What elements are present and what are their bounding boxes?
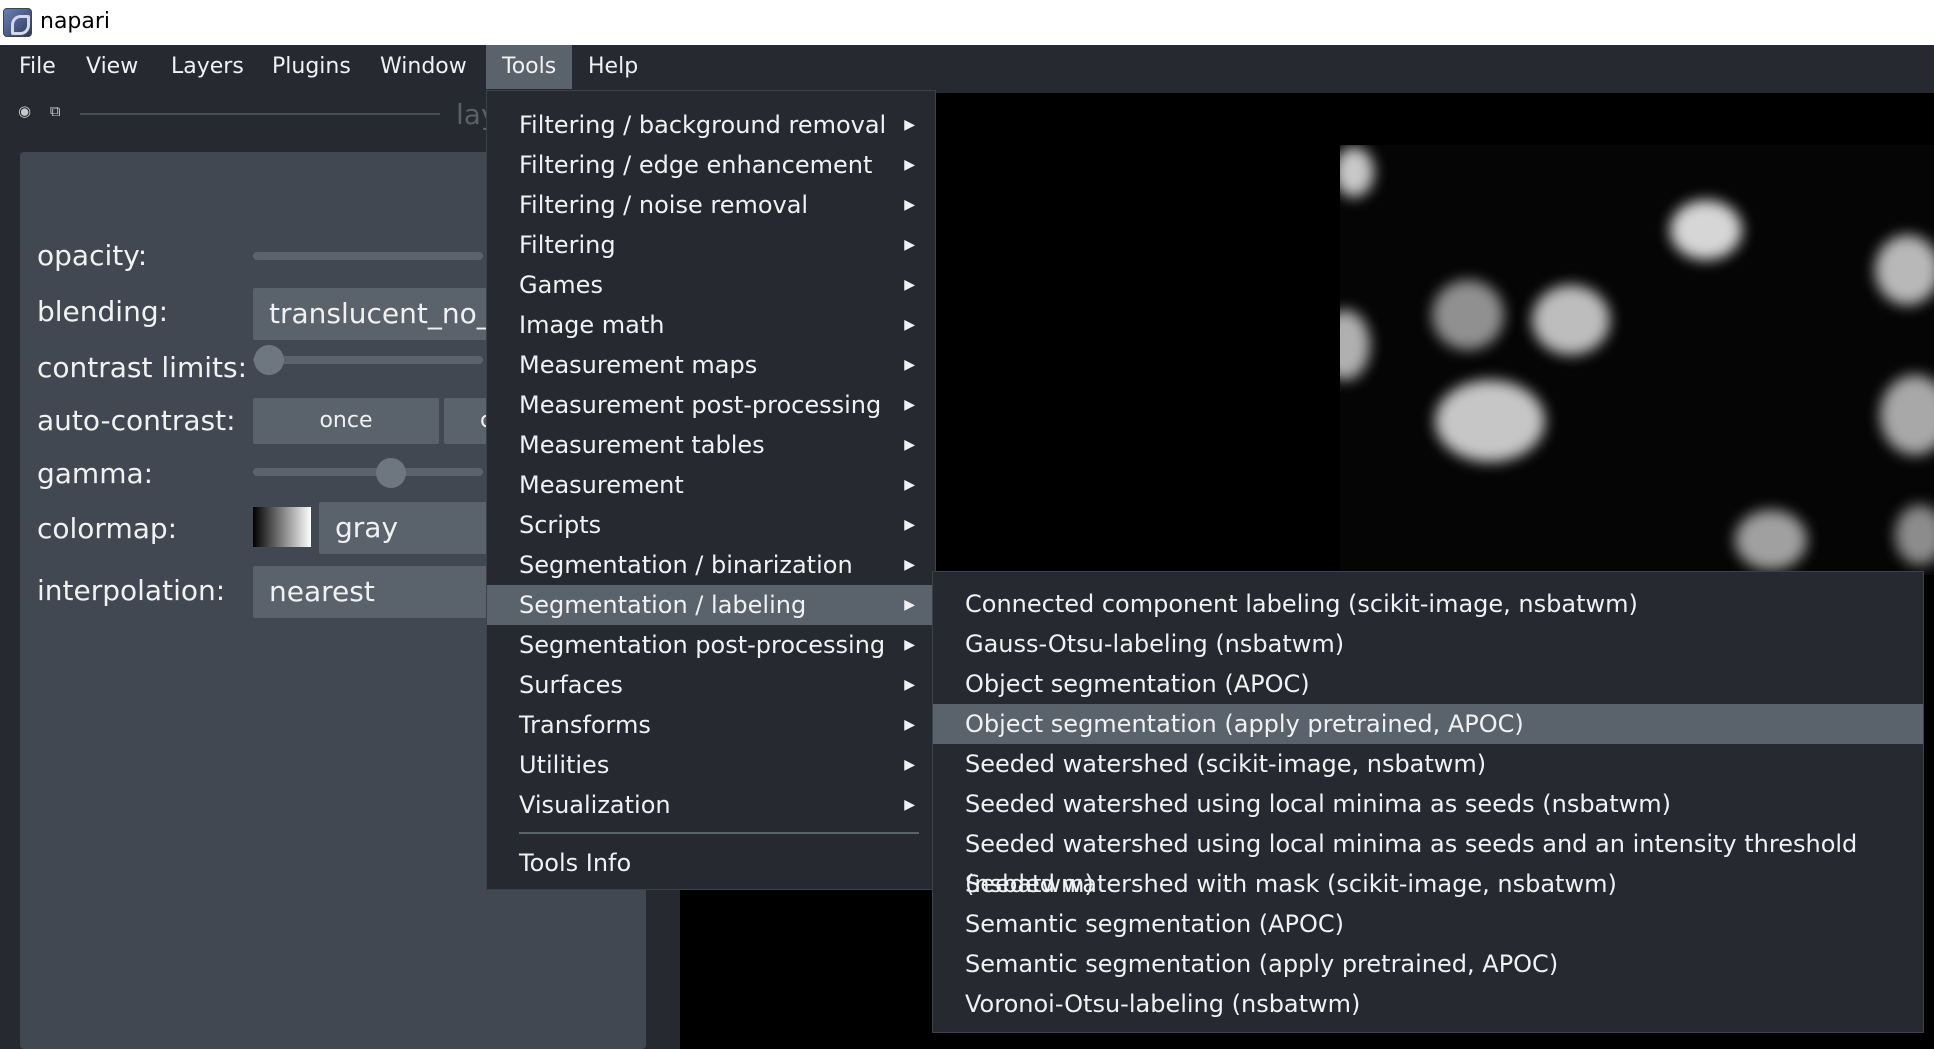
menu-file[interactable]: File — [3, 45, 72, 89]
tools-menu-item[interactable]: Surfaces ▶ — [487, 665, 935, 705]
menu-window[interactable]: Window — [364, 45, 483, 89]
tools-menu-item[interactable]: Segmentation / binarization ▶ — [487, 545, 935, 585]
triangle-right-icon: ▶ — [904, 717, 915, 733]
submenu-item[interactable]: Semantic segmentation (APOC) — [933, 904, 1923, 944]
tools-menu-item-segmentation-labeling[interactable]: Segmentation / labeling ▶ — [487, 585, 935, 625]
submenu-item[interactable]: Seeded watershed with mask (scikit-image… — [933, 864, 1923, 904]
menu-separator — [519, 832, 919, 834]
menu-view[interactable]: View — [70, 45, 154, 89]
eye-icon[interactable]: ◉ — [18, 102, 31, 120]
menu-plugins[interactable]: Plugins — [256, 45, 367, 89]
triangle-right-icon: ▶ — [904, 797, 915, 813]
window-title: napari — [40, 9, 111, 34]
colormap-label: colormap: — [37, 512, 178, 545]
tools-menu-item[interactable]: Visualization ▶ — [487, 785, 935, 825]
layer-toolbar: ◉ ⧉ — [18, 102, 61, 120]
tools-menu-dropdown: Filtering / background removal ▶ Filterin… — [486, 90, 936, 890]
nucleus — [1532, 285, 1610, 355]
triangle-right-icon: ▶ — [904, 157, 915, 173]
triangle-right-icon: ▶ — [904, 277, 915, 293]
nucleus — [1340, 147, 1374, 197]
contrast-limits-label: contrast limits: — [37, 351, 247, 384]
napari-logo-icon — [3, 8, 32, 37]
opacity-label: opacity: — [37, 239, 148, 272]
blending-label: blending: — [37, 295, 169, 328]
triangle-right-icon: ▶ — [904, 357, 915, 373]
auto-contrast-label: auto-contrast: — [37, 404, 236, 437]
menu-tools[interactable]: Tools — [486, 45, 573, 89]
tools-menu-item[interactable]: Filtering / edge enhancement ▶ — [487, 145, 935, 185]
submenu-item[interactable]: Seeded watershed using local minima as s… — [933, 824, 1923, 898]
title-bar: napari — [0, 0, 1934, 45]
nucleus — [1880, 375, 1934, 455]
triangle-right-icon: ▶ — [904, 757, 915, 773]
triangle-right-icon: ▶ — [904, 317, 915, 333]
menu-layers[interactable]: Layers — [155, 45, 260, 89]
triangle-right-icon: ▶ — [904, 197, 915, 213]
tools-menu-item[interactable]: Filtering ▶ — [487, 225, 935, 265]
interpolation-label: interpolation: — [37, 574, 226, 607]
submenu-item[interactable]: Gauss-Otsu-labeling (nsbatwm) — [933, 624, 1923, 664]
duplicate-icon[interactable]: ⧉ — [50, 102, 61, 120]
contrast-limits-slider[interactable] — [253, 356, 483, 364]
triangle-right-icon: ▶ — [904, 677, 915, 693]
gamma-handle[interactable] — [376, 458, 406, 488]
nucleus — [1340, 310, 1370, 380]
tools-menu-item[interactable]: Utilities ▶ — [487, 745, 935, 785]
submenu-item[interactable]: Voronoi-Otsu-labeling (nsbatwm) — [933, 984, 1923, 1024]
microscopy-image — [1340, 145, 1934, 575]
tools-menu-item[interactable]: Games ▶ — [487, 265, 935, 305]
triangle-right-icon: ▶ — [904, 237, 915, 253]
nucleus — [1670, 200, 1742, 260]
labeling-submenu: Connected component labeling (scikit-ima… — [932, 571, 1924, 1033]
opacity-slider[interactable] — [253, 252, 483, 260]
submenu-item[interactable]: Seeded watershed using local minima as s… — [933, 784, 1923, 824]
colormap-swatch — [253, 507, 311, 547]
triangle-right-icon: ▶ — [904, 397, 915, 413]
triangle-right-icon: ▶ — [904, 517, 915, 533]
auto-contrast-once-button[interactable]: once — [253, 398, 439, 444]
menu-bar: File View Layers Plugins Window Tools He… — [0, 45, 1934, 93]
triangle-right-icon: ▶ — [904, 637, 915, 653]
submenu-item[interactable]: Connected component labeling (scikit-ima… — [933, 584, 1923, 624]
triangle-right-icon: ▶ — [904, 437, 915, 453]
triangle-right-icon: ▶ — [904, 117, 915, 133]
tools-menu-item[interactable]: Segmentation post-processing ▶ — [487, 625, 935, 665]
tools-menu-item[interactable]: Filtering / noise removal ▶ — [487, 185, 935, 225]
submenu-item[interactable]: Seeded watershed (scikit-image, nsbatwm) — [933, 744, 1923, 784]
toolbar-divider — [80, 113, 440, 115]
nucleus — [1432, 280, 1504, 350]
tools-info-menu-item[interactable]: Tools Info — [487, 843, 935, 883]
tools-menu-item[interactable]: Measurement maps ▶ — [487, 345, 935, 385]
submenu-item-apply-pretrained-apoc[interactable]: Object segmentation (apply pretrained, A… — [933, 704, 1923, 744]
triangle-right-icon: ▶ — [904, 477, 915, 493]
gamma-label: gamma: — [37, 457, 154, 490]
tools-menu-item[interactable]: Transforms ▶ — [487, 705, 935, 745]
submenu-item[interactable]: Semantic segmentation (apply pretrained,… — [933, 944, 1923, 984]
submenu-item[interactable]: Object segmentation (APOC) — [933, 664, 1923, 704]
tools-menu-item[interactable]: Filtering / background removal ▶ — [487, 105, 935, 145]
nucleus — [1895, 505, 1934, 565]
gamma-slider[interactable] — [253, 468, 483, 476]
nucleus — [1875, 235, 1934, 305]
nucleus — [1735, 510, 1807, 570]
tools-menu-item[interactable]: Scripts ▶ — [487, 505, 935, 545]
triangle-right-icon: ▶ — [904, 597, 915, 613]
tools-menu-item[interactable]: Measurement ▶ — [487, 465, 935, 505]
tools-menu-item[interactable]: Image math ▶ — [487, 305, 935, 345]
triangle-right-icon: ▶ — [904, 557, 915, 573]
contrast-min-handle[interactable] — [254, 345, 284, 375]
tools-menu-item[interactable]: Measurement post-processing ▶ — [487, 385, 935, 425]
menu-help[interactable]: Help — [572, 45, 654, 89]
nucleus — [1435, 380, 1545, 462]
tools-menu-item[interactable]: Measurement tables ▶ — [487, 425, 935, 465]
